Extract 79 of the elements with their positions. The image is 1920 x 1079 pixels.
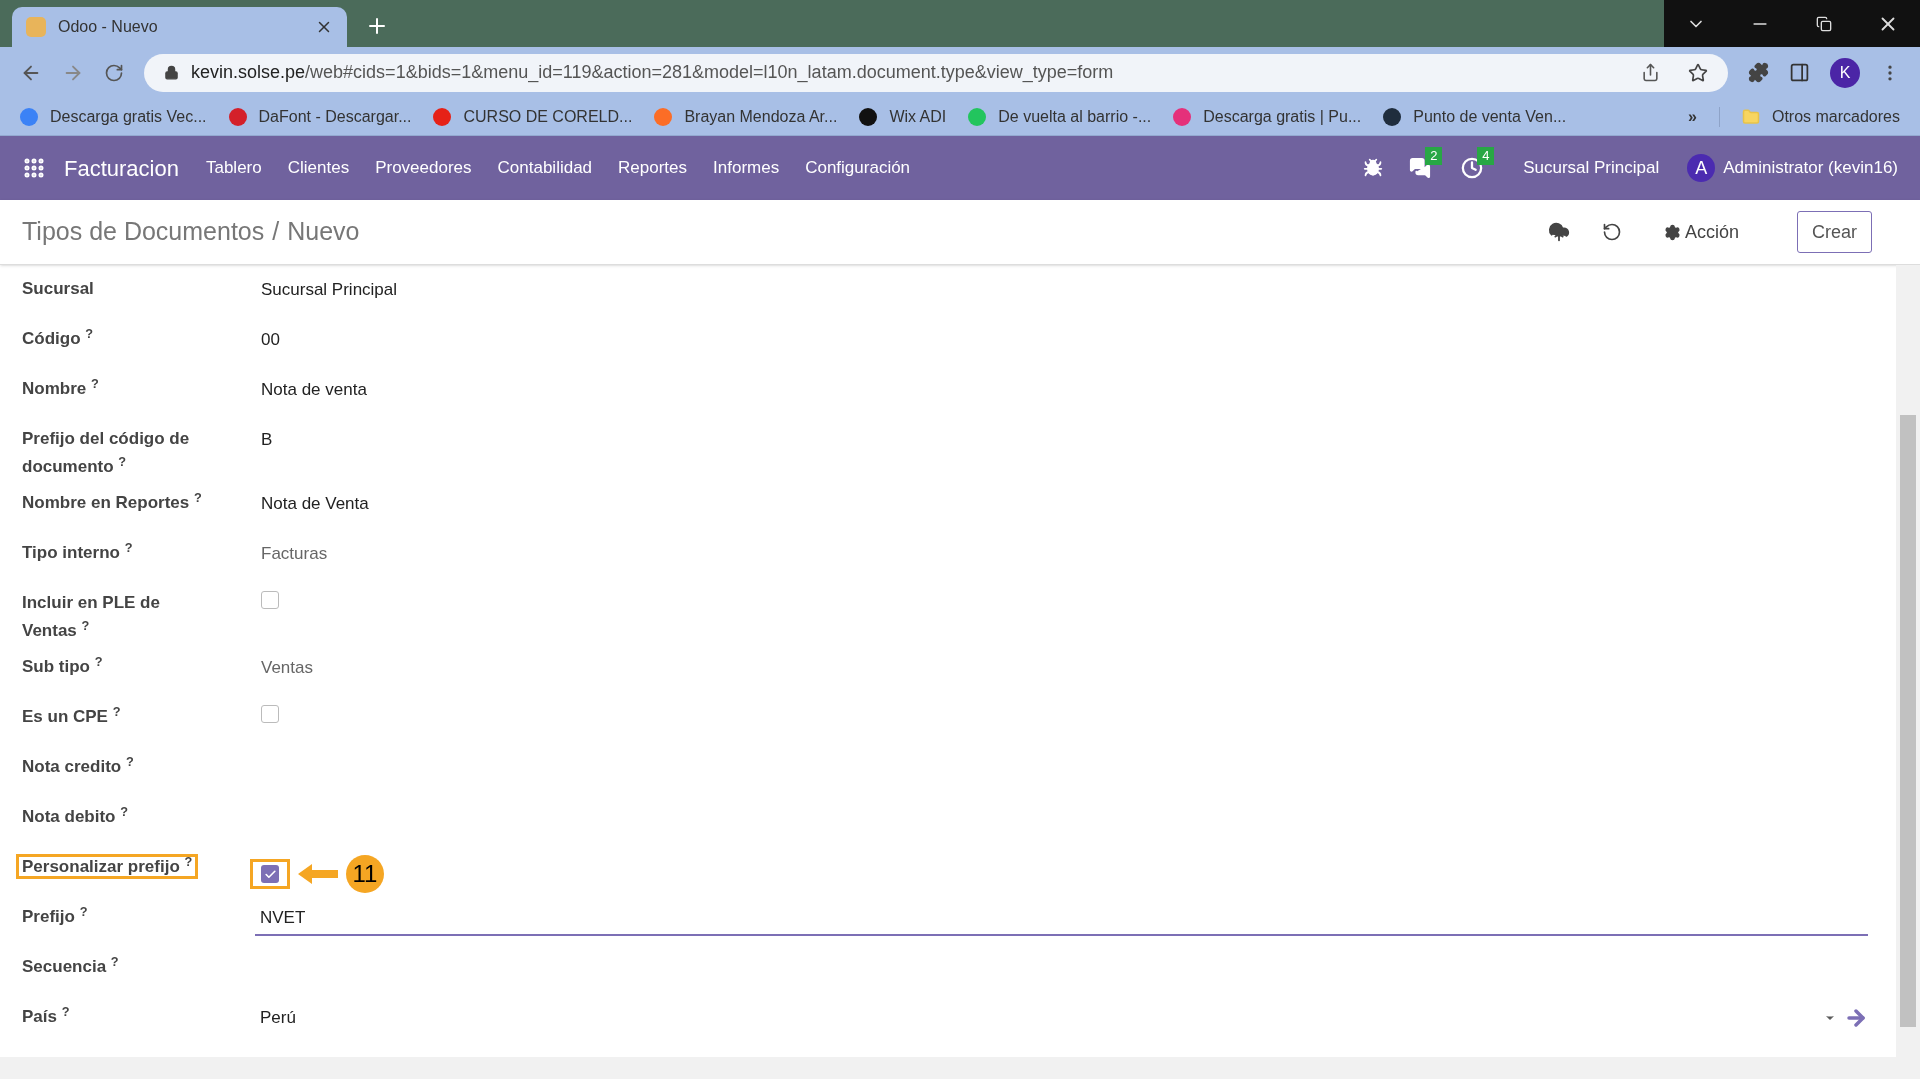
pointer-arrow-icon <box>298 863 338 885</box>
menu-item[interactable]: Reportes <box>605 155 701 181</box>
clock-icon[interactable] <box>1461 157 1484 179</box>
field-label: Nombre $^{?}$ <box>22 379 99 398</box>
field-label: Incluir en PLE de Ventas $^{?}$ <box>22 593 160 640</box>
bookmark[interactable]: DaFont - Descargar... <box>228 104 412 129</box>
bookmark[interactable]: CURSO DE CORELD... <box>433 104 633 129</box>
app-title[interactable]: Facturacion <box>64 151 179 185</box>
count-badge: 2 <box>1425 147 1443 165</box>
gear-icon <box>1663 223 1681 241</box>
field-label: Nota debito $^{?}$ <box>22 807 128 826</box>
folder-icon <box>1741 107 1760 126</box>
menu-item[interactable]: Proveedores <box>362 155 485 181</box>
site-favicon <box>26 17 46 37</box>
field-label: Sub tipo $^{?}$ <box>22 657 103 676</box>
menu-item[interactable]: Tablero <box>192 155 275 181</box>
company-switcher[interactable]: Sucursal Principal <box>1523 155 1660 181</box>
restore-icon[interactable] <box>1816 15 1832 32</box>
field-label: Prefijo $^{?}$ <box>22 907 88 926</box>
field-label: Prefijo del código de documento $^{?}$ <box>22 429 190 476</box>
extensions-icon[interactable] <box>1748 62 1769 83</box>
input-field[interactable]: NVET <box>255 905 1868 936</box>
bookmark[interactable]: De vuelta al barrio -... <box>968 104 1152 129</box>
field-value[interactable]: Nota de Venta <box>261 494 369 513</box>
user-avatar[interactable]: A <box>1687 154 1716 182</box>
bookmark[interactable]: Descarga gratis Vec... <box>20 104 207 129</box>
action-button[interactable]: Acción <box>1663 218 1739 246</box>
lock-icon <box>164 65 179 80</box>
field-label: Secuencia $^{?}$ <box>22 957 119 976</box>
field-value[interactable]: 00 <box>261 330 280 349</box>
bookmark-folder[interactable]: Otros marcadores <box>1741 104 1900 129</box>
field-label: Nota credito $^{?}$ <box>22 757 134 776</box>
star-icon[interactable] <box>1688 62 1708 83</box>
menu-item[interactable]: Informes <box>700 155 793 181</box>
field-label: Personalizar prefijo $^{?}$ <box>16 854 199 879</box>
field-value[interactable]: Nota de venta <box>261 380 367 399</box>
user-menu[interactable]: Administrator (kevin16) <box>1723 155 1898 181</box>
field-value[interactable]: Ventas <box>261 658 313 677</box>
field-label: Código $^{?}$ <box>22 329 94 348</box>
field-label: Tipo interno $^{?}$ <box>22 543 133 562</box>
count-badge: 4 <box>1477 147 1495 165</box>
profile-avatar[interactable]: K <box>1830 57 1860 88</box>
discard-icon[interactable] <box>1601 222 1622 242</box>
bookmark[interactable]: Descarga gratis | Pu... <box>1173 104 1362 129</box>
checkbox[interactable] <box>261 591 279 609</box>
field-label: País $^{?}$ <box>22 1007 70 1026</box>
breadcrumb-separator: / <box>272 216 280 248</box>
breadcrumb-link[interactable]: Tipos de Documentos <box>22 213 265 251</box>
bookmark[interactable]: Wix ADI <box>859 104 947 129</box>
field-value[interactable]: Facturas <box>261 544 328 563</box>
step-number-badge: 11 <box>346 855 384 893</box>
scrollbar-thumb[interactable] <box>1900 415 1916 1027</box>
apps-menu-icon[interactable] <box>22 156 46 180</box>
more-bookmarks-button[interactable]: » <box>1688 104 1697 129</box>
vertical-scrollbar[interactable] <box>1896 265 1920 1057</box>
field-value[interactable]: Sucursal Principal <box>261 280 398 299</box>
create-button[interactable]: Crear <box>1797 211 1872 253</box>
share-icon[interactable] <box>1641 63 1660 82</box>
bookmark[interactable]: Punto de venta Ven... <box>1383 104 1567 129</box>
field-label: Sucursal <box>22 279 94 298</box>
menu-item[interactable]: Clientes <box>274 155 363 181</box>
checkbox[interactable] <box>261 705 279 723</box>
side-panel-icon[interactable] <box>1789 62 1810 83</box>
check-icon <box>263 867 277 881</box>
save-icon[interactable] <box>1547 221 1570 243</box>
menu-item[interactable]: Contabilidad <box>484 155 606 181</box>
chat-icon[interactable] <box>1409 157 1432 179</box>
bookmark[interactable]: Brayan Mendoza Ar... <box>654 104 838 129</box>
reload-icon[interactable] <box>104 62 124 83</box>
menu-item[interactable]: Configuración <box>792 155 924 181</box>
bug-icon[interactable] <box>1363 158 1384 178</box>
field-value[interactable]: B <box>261 430 273 449</box>
breadcrumb-current: Nuevo <box>287 216 360 248</box>
field-label: Nombre en Reportes $^{?}$ <box>22 493 202 512</box>
country-select[interactable]: Perú <box>255 1005 1868 1031</box>
browser-tab[interactable]: Odoo - Nuevo <box>12 7 347 47</box>
checkbox[interactable] <box>261 865 279 883</box>
field-label: Es un CPE $^{?}$ <box>22 707 121 726</box>
address-bar[interactable]: kevin.solse.pe/web#cids=1&bids=1&menu_id=119&action=281&model=l10n_latam.document.type&view_type=form <box>144 53 1728 92</box>
